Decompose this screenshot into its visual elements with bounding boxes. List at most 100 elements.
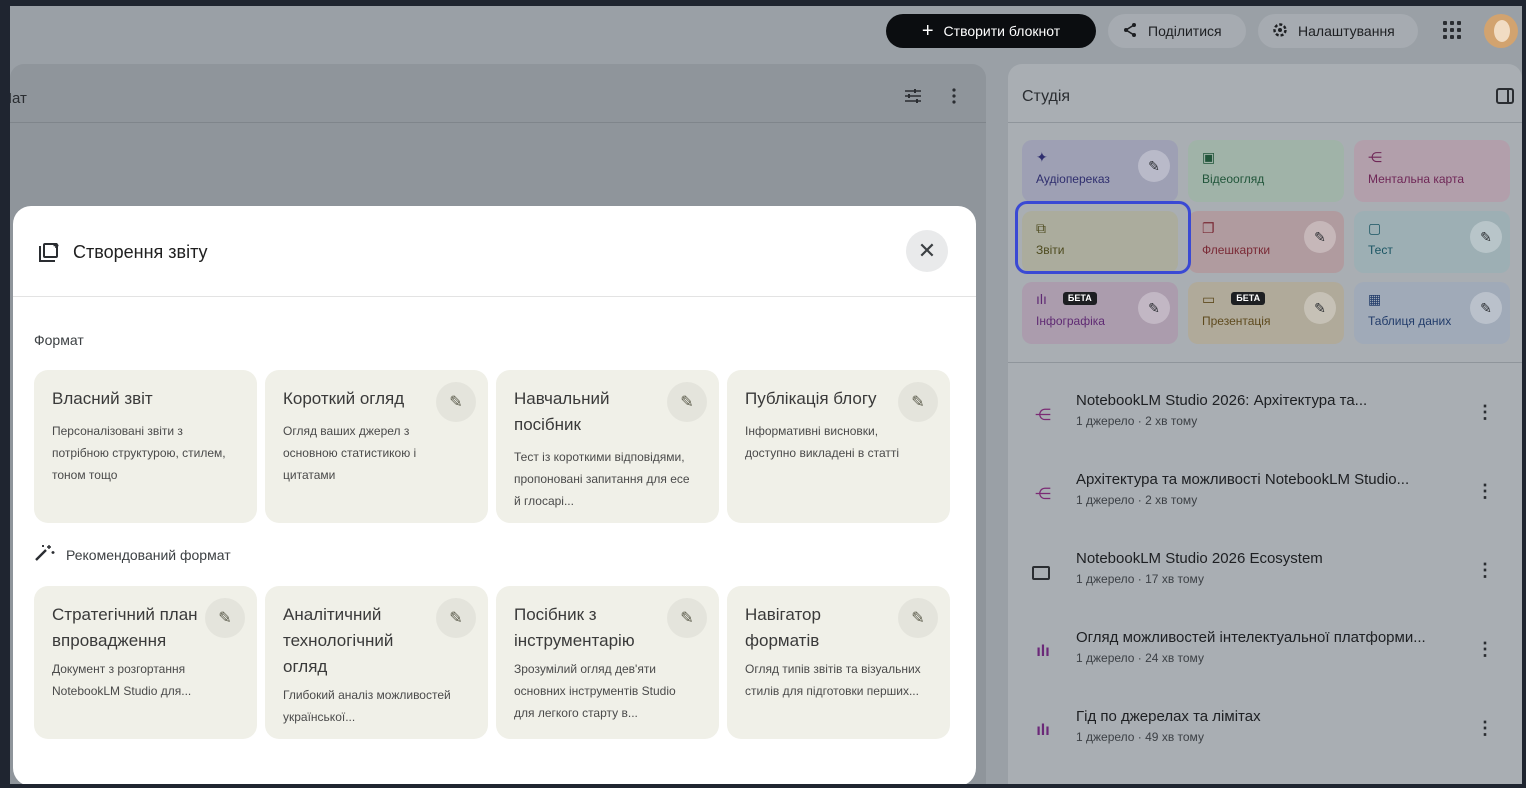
tile-audio-overview[interactable]: ✦ Аудіопереказ ✎ <box>1022 140 1178 202</box>
card-title: Публікація блогу <box>745 389 877 408</box>
studio-title: Студія <box>1022 88 1071 105</box>
more-vert-icon[interactable]: ⋮ <box>1476 639 1494 660</box>
create-notebook-button[interactable]: + Створити блокнот <box>886 14 1096 48</box>
tile-data-table[interactable]: ▦ Таблиця даних ✎ <box>1354 282 1510 344</box>
format-heading: Формат <box>34 332 84 348</box>
note-title: NotebookLM Studio 2026: Архітектура та..… <box>1076 392 1368 409</box>
more-vert-icon[interactable]: ⋮ <box>1476 718 1494 739</box>
studio-divider <box>1008 122 1522 123</box>
card-description: Документ з розгортання NotebookLM Studio… <box>52 662 192 698</box>
apps-grid-icon[interactable] <box>1442 20 1462 40</box>
edit-pencil-icon[interactable]: ✎ <box>205 598 245 638</box>
share-icon <box>1122 22 1138 41</box>
recommended-label: Рекомендований формат <box>66 546 231 563</box>
card-description: Огляд ваших джерел з основною статистико… <box>283 424 417 482</box>
edit-pencil-icon[interactable]: ✎ <box>1304 292 1336 324</box>
format-card-briefing[interactable]: Короткий огляд Огляд ваших джерел з осно… <box>265 370 488 523</box>
presentation-icon <box>1032 566 1050 580</box>
create-report-dialog: Створення звіту ✕ Формат Власний звіт Пе… <box>13 206 976 784</box>
tile-label: Відеоогляд <box>1202 172 1265 186</box>
tune-icon[interactable] <box>904 88 922 109</box>
collapse-panel-icon[interactable] <box>1496 88 1514 104</box>
settings-label: Налаштування <box>1298 23 1395 39</box>
card-title: Аналітичний технологічний огляд <box>283 605 394 676</box>
more-vert-icon[interactable] <box>952 88 956 109</box>
close-icon: ✕ <box>917 238 937 263</box>
format-card-study-guide[interactable]: Навчальний посібник Тест із короткими ві… <box>496 370 719 523</box>
edit-pencil-icon[interactable]: ✎ <box>1138 150 1170 182</box>
edit-pencil-icon[interactable]: ✎ <box>667 598 707 638</box>
card-title: Навігатор форматів <box>745 605 821 650</box>
edit-pencil-icon[interactable]: ✎ <box>436 598 476 638</box>
gear-icon <box>1272 22 1288 41</box>
report-add-icon <box>37 242 61 262</box>
magic-wand-icon <box>34 544 56 565</box>
format-card-format-navigator[interactable]: Навігатор форматів Огляд типів звітів та… <box>727 586 950 739</box>
video-icon: ▣ <box>1202 149 1216 165</box>
format-card-custom-report[interactable]: Власний звіт Персоналізовані звіти з пот… <box>34 370 257 523</box>
edit-pencil-icon[interactable]: ✎ <box>898 598 938 638</box>
studio-notes-list: ⋲ NotebookLM Studio 2026: Архітектура та… <box>1008 376 1522 771</box>
plus-icon: + <box>921 20 934 42</box>
edit-pencil-icon[interactable]: ✎ <box>1470 221 1502 253</box>
format-card-strategic-plan[interactable]: Стратегічний план впровадження Документ … <box>34 586 257 739</box>
list-item[interactable]: ılı Гід по джерелах та лімітах 1 джерело… <box>1008 692 1522 771</box>
more-vert-icon[interactable]: ⋮ <box>1476 560 1494 581</box>
note-meta: 1 джерело · 2 хв тому <box>1076 414 1198 428</box>
avatar[interactable] <box>1484 14 1518 48</box>
card-description: Інформативні висновки, доступно викладен… <box>745 424 900 460</box>
note-title: Огляд можливостей інтелектуальної платфо… <box>1076 629 1426 646</box>
mindmap-icon: ⋲ <box>1035 486 1051 503</box>
note-meta: 1 джерело · 2 хв тому <box>1076 493 1198 507</box>
dialog-divider <box>13 296 976 297</box>
note-meta: 1 джерело · 24 хв тому <box>1076 651 1204 665</box>
share-button[interactable]: Поділитися <box>1108 14 1246 48</box>
edit-pencil-icon[interactable]: ✎ <box>1138 292 1170 324</box>
tile-mind-map[interactable]: ⋲ Ментальна карта <box>1354 140 1510 202</box>
format-card-tech-review[interactable]: Аналітичний технологічний огляд Глибокий… <box>265 586 488 739</box>
note-meta: 1 джерело · 49 хв тому <box>1076 730 1204 744</box>
chat-title: Чат <box>10 90 27 107</box>
card-description: Зрозумілий огляд дев'яти основних інстру… <box>514 662 676 720</box>
list-item[interactable]: NotebookLM Studio 2026 Ecosystem 1 джере… <box>1008 534 1522 613</box>
more-vert-icon[interactable]: ⋮ <box>1476 481 1494 502</box>
card-description: Тест із короткими відповідями, пропонова… <box>514 450 690 508</box>
top-bar: + Створити блокнот Поділитися Налаштуван… <box>10 6 1522 58</box>
edit-pencil-icon[interactable]: ✎ <box>898 382 938 422</box>
dialog-title: Створення звіту <box>73 242 208 262</box>
recommended-cards: Стратегічний план впровадження Документ … <box>34 586 951 739</box>
note-title: Архітектура та можливості NotebookLM Stu… <box>1076 471 1410 488</box>
settings-button[interactable]: Налаштування <box>1258 14 1418 48</box>
beta-badge: БЕТА <box>1062 292 1097 305</box>
mindmap-icon: ⋲ <box>1368 149 1382 165</box>
recommended-heading: Рекомендований формат <box>34 544 231 565</box>
tile-quiz[interactable]: ▢ Тест ✎ <box>1354 211 1510 273</box>
edit-pencil-icon[interactable]: ✎ <box>1304 221 1336 253</box>
list-item[interactable]: ılı Огляд можливостей інтелектуальної пл… <box>1008 613 1522 692</box>
studio-divider <box>1008 362 1522 363</box>
list-item[interactable]: ⋲ NotebookLM Studio 2026: Архітектура та… <box>1008 376 1522 455</box>
card-title: Стратегічний план впровадження <box>52 605 198 650</box>
format-card-blog-post[interactable]: Публікація блогу Інформативні висновки, … <box>727 370 950 523</box>
card-title: Посібник з інструментарію <box>514 605 635 650</box>
tile-presentation[interactable]: ▭ БЕТА Презентація ✎ <box>1188 282 1344 344</box>
share-label: Поділитися <box>1148 23 1222 39</box>
infographic-icon: ılı <box>1036 722 1050 739</box>
edit-pencil-icon[interactable]: ✎ <box>667 382 707 422</box>
edit-pencil-icon[interactable]: ✎ <box>1470 292 1502 324</box>
edit-pencil-icon[interactable]: ✎ <box>436 382 476 422</box>
more-vert-icon[interactable]: ⋮ <box>1476 402 1494 423</box>
card-title: Короткий огляд <box>283 389 405 408</box>
mindmap-icon: ⋲ <box>1035 407 1051 424</box>
tile-label: Ментальна карта <box>1368 172 1464 186</box>
note-title: NotebookLM Studio 2026 Ecosystem <box>1076 550 1323 567</box>
format-cards: Власний звіт Персоналізовані звіти з пот… <box>34 370 951 523</box>
format-card-toolkit-guide[interactable]: Посібник з інструментарію Зрозумілий огл… <box>496 586 719 739</box>
tile-video-overview[interactable]: ▣ Відеоогляд <box>1188 140 1344 202</box>
list-item[interactable]: ⋲ Архітектура та можливості NotebookLM S… <box>1008 455 1522 534</box>
tile-flashcards[interactable]: ❐ Флешкартки ✎ <box>1188 211 1344 273</box>
close-button[interactable]: ✕ <box>906 230 948 272</box>
card-title: Навчальний посібник <box>514 389 610 434</box>
card-description: Огляд типів звітів та візуальних стилів … <box>745 662 921 698</box>
tile-infographic[interactable]: ılı БЕТА Інфографіка ✎ <box>1022 282 1178 344</box>
